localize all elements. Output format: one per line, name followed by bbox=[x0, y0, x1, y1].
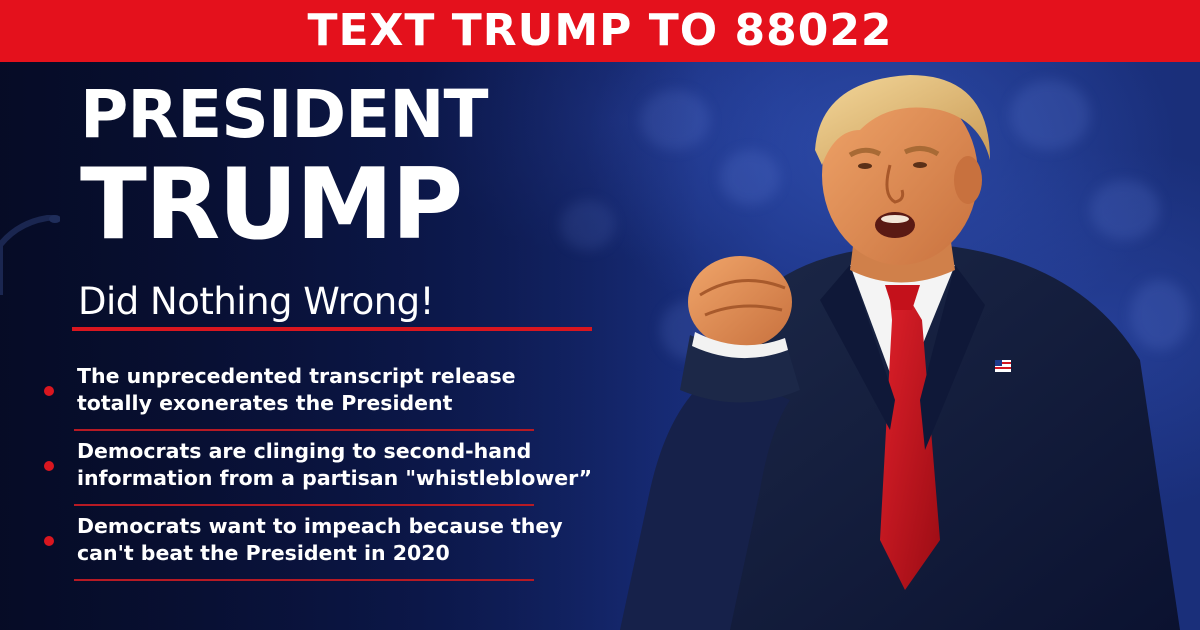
subhead-text: Did Nothing Wrong! bbox=[78, 280, 435, 323]
bullet-line: can't beat the President in 2020 bbox=[77, 541, 450, 565]
list-item: The unprecedented transcript release tot… bbox=[40, 360, 640, 435]
divider bbox=[74, 429, 534, 431]
divider bbox=[74, 504, 534, 506]
top-banner: TEXT TRUMP TO 88022 bbox=[0, 0, 1200, 62]
headline: PRESIDENT TRUMP bbox=[80, 76, 620, 262]
microphone-stand bbox=[0, 215, 60, 295]
bullet-line: Democrats are clinging to second-hand bbox=[77, 439, 532, 463]
bullet-list: The unprecedented transcript release tot… bbox=[40, 360, 640, 585]
bullet-text: The unprecedented transcript release tot… bbox=[77, 360, 640, 417]
bullet-text: Democrats are clinging to second-hand in… bbox=[77, 435, 640, 492]
bullet-dot-icon bbox=[44, 536, 54, 546]
list-item: Democrats want to impeach because they c… bbox=[40, 510, 640, 585]
subhead: Did Nothing Wrong! bbox=[72, 280, 592, 331]
headline-line-1: PRESIDENT bbox=[80, 76, 489, 153]
subhead-underline bbox=[72, 326, 592, 331]
bullet-line: information from a partisan "whistleblow… bbox=[77, 466, 593, 490]
bullet-line: Democrats want to impeach because they bbox=[77, 514, 563, 538]
divider bbox=[74, 579, 534, 581]
speaker-photo bbox=[560, 70, 1200, 630]
headline-line-2: TRUMP bbox=[80, 148, 463, 262]
banner-text: TEXT TRUMP TO 88022 bbox=[307, 5, 893, 56]
bullet-line: totally exonerates the President bbox=[77, 391, 453, 415]
bullet-dot-icon bbox=[44, 461, 54, 471]
bullet-text: Democrats want to impeach because they c… bbox=[77, 510, 640, 567]
bullet-dot-icon bbox=[44, 386, 54, 396]
list-item: Democrats are clinging to second-hand in… bbox=[40, 435, 640, 510]
graphic-canvas: TEXT TRUMP TO 88022 PRESIDENT TRUMP Did … bbox=[0, 0, 1200, 630]
bullet-line: The unprecedented transcript release bbox=[77, 364, 516, 388]
